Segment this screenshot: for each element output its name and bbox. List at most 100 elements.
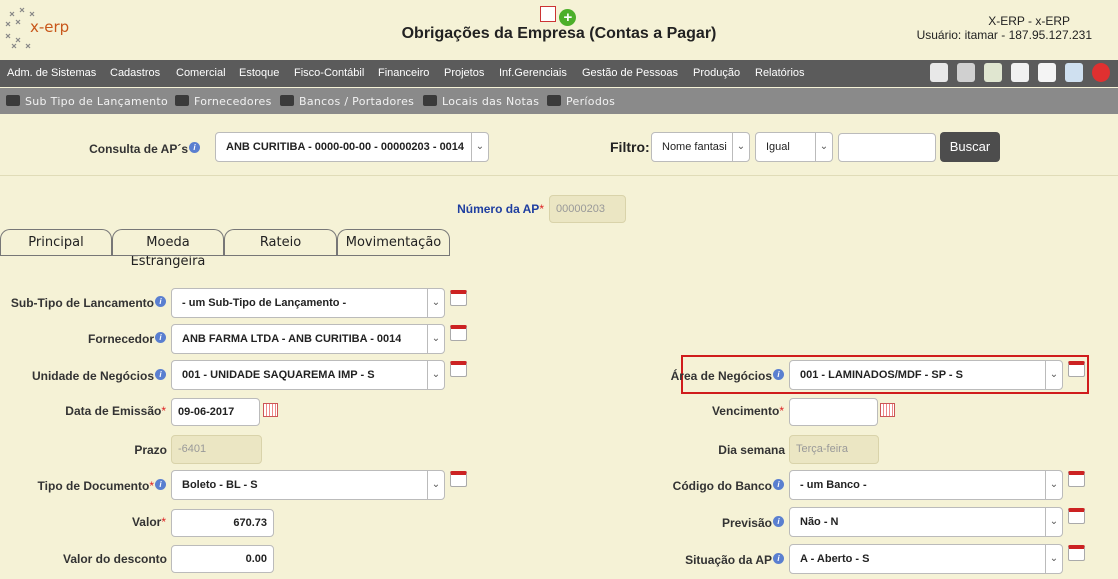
chevron-down-icon: ⌄ <box>1045 545 1062 573</box>
tab-underline <box>0 255 450 256</box>
pdf-icon[interactable] <box>540 6 556 22</box>
situacao-label: Situação da AP i <box>630 553 784 567</box>
folder-icon <box>280 95 294 106</box>
consulta-select[interactable]: ANB CURITIBA - 0000-00-00 - 00000203 - 0… <box>215 132 489 162</box>
recycle-icon[interactable] <box>984 63 1002 82</box>
valor-desconto-label: Valor do desconto <box>62 552 167 566</box>
user-info: Usuário: itamar - 187.95.127.231 <box>916 28 1092 42</box>
chevron-down-icon: ⌄ <box>815 133 832 161</box>
date-picker-icon[interactable] <box>263 403 278 417</box>
info-icon[interactable]: i <box>189 142 200 153</box>
add-calendar-icon[interactable] <box>1068 545 1085 561</box>
add-calendar-icon[interactable] <box>1068 508 1085 524</box>
submenu-fornecedores[interactable]: Fornecedores <box>175 95 272 108</box>
previsao-select[interactable]: Não - N ⌄ <box>789 507 1063 537</box>
required-marker: * <box>161 404 166 418</box>
subtipo-label: Sub-Tipo de Lancamento i <box>10 296 166 310</box>
tab-moeda[interactable]: Moeda <box>112 229 224 255</box>
codigo-banco-select[interactable]: - um Banco - ⌄ <box>789 470 1063 500</box>
info-icon[interactable]: i <box>155 332 166 343</box>
submenu-subtipo[interactable]: Sub Tipo de Lançamento <box>6 95 168 108</box>
notes-icon[interactable] <box>1038 63 1056 82</box>
consulta-value: ANB CURITIBA - 0000-00-00 - 00000203 - 0… <box>226 141 466 153</box>
numero-ap-label: Número da AP* <box>440 202 544 216</box>
add-calendar-icon[interactable] <box>450 325 467 341</box>
subtipo-value: - um Sub-Tipo de Lançamento - <box>182 297 347 309</box>
tab-principal[interactable]: Principal <box>0 229 112 255</box>
menu-relatorios[interactable]: Relatórios <box>755 67 805 79</box>
power-icon[interactable] <box>1092 63 1110 82</box>
document-icon[interactable] <box>1011 63 1029 82</box>
tab-moeda-line2[interactable]: Estrangeira <box>112 254 224 269</box>
divider <box>0 175 1118 176</box>
add-calendar-icon[interactable] <box>450 471 467 487</box>
filtro-op-select[interactable]: Igual ⌄ <box>755 132 833 162</box>
add-icon[interactable]: + <box>559 9 577 26</box>
data-emissao-label: Data de Emissão* <box>10 404 166 418</box>
menu-projetos[interactable]: Projetos <box>444 67 484 79</box>
buscar-button[interactable]: Buscar <box>940 132 1000 162</box>
valor-input[interactable]: 670.73 <box>171 509 274 537</box>
menu-estoque[interactable]: Estoque <box>239 67 279 79</box>
info-icon[interactable]: i <box>773 479 784 490</box>
chevron-down-icon: ⌄ <box>427 289 444 317</box>
info-icon[interactable]: i <box>773 369 784 380</box>
fornecedor-select[interactable]: ANB FARMA LTDA - ANB CURITIBA - 0014 ⌄ <box>171 324 445 354</box>
add-calendar-icon[interactable] <box>450 361 467 377</box>
page-header: x-erp + Obrigações da Empresa (Contas a … <box>0 0 1118 58</box>
add-calendar-icon[interactable] <box>450 290 467 306</box>
filtro-field-select[interactable]: Nome fantasi ⌄ <box>651 132 750 162</box>
gear-icon <box>6 95 20 106</box>
submenu-periodos[interactable]: Períodos <box>547 95 615 108</box>
situacao-select[interactable]: A - Aberto - S ⌄ <box>789 544 1063 574</box>
header-actions: + <box>540 2 577 26</box>
data-emissao-input[interactable]: 09-06-2017 <box>171 398 260 426</box>
fornecedor-label: Fornecedor i <box>10 332 166 346</box>
submenu-locais-notas[interactable]: Locais das Notas <box>423 95 539 108</box>
add-calendar-icon[interactable] <box>1068 361 1085 377</box>
codigo-banco-label-text: Código do Banco <box>672 479 772 493</box>
chevron-down-icon: ⌄ <box>427 325 444 353</box>
info-icon[interactable]: i <box>155 479 166 490</box>
tipo-doc-select[interactable]: Boleto - BL - S ⌄ <box>171 470 445 500</box>
unidade-select[interactable]: 001 - UNIDADE SAQUAREMA IMP - S ⌄ <box>171 360 445 390</box>
unidade-label: Unidade de Negócios i <box>10 369 166 383</box>
subtipo-select[interactable]: - um Sub-Tipo de Lançamento - ⌄ <box>171 288 445 318</box>
filtro-label: Filtro: <box>610 139 650 155</box>
menu-toolbar <box>921 63 1110 85</box>
date-picker-icon[interactable] <box>880 403 895 417</box>
codigo-banco-value: - um Banco - <box>800 479 867 491</box>
filtro-value-input[interactable] <box>838 133 936 162</box>
print-icon[interactable] <box>957 63 975 82</box>
vencimento-label-text: Vencimento <box>711 404 780 418</box>
menu-gestao-pessoas[interactable]: Gestão de Pessoas <box>582 67 678 79</box>
menu-producao[interactable]: Produção <box>693 67 740 79</box>
menu-inf-gerenciais[interactable]: Inf.Gerenciais <box>499 67 567 79</box>
info-icon[interactable]: i <box>155 369 166 380</box>
menu-financeiro[interactable]: Financeiro <box>378 67 429 79</box>
submenu-bancos[interactable]: Bancos / Portadores <box>280 95 414 108</box>
chevron-down-icon: ⌄ <box>427 471 444 499</box>
area-select[interactable]: 001 - LAMINADOS/MDF - SP - S ⌄ <box>789 360 1063 390</box>
tab-rateio[interactable]: Rateio <box>224 229 337 255</box>
vencimento-input[interactable] <box>789 398 878 426</box>
valor-desconto-input[interactable]: 0.00 <box>171 545 274 573</box>
menu-adm-sistemas[interactable]: Adm. de Sistemas <box>7 67 96 79</box>
submenu-locais-label: Locais das Notas <box>442 95 540 108</box>
add-calendar-icon[interactable] <box>1068 471 1085 487</box>
menu-comercial[interactable]: Comercial <box>176 67 226 79</box>
chevron-down-icon: ⌄ <box>732 133 749 161</box>
main-menu: Adm. de Sistemas Cadastros Comercial Est… <box>0 60 1118 87</box>
previsao-label-text: Previsão <box>721 516 772 530</box>
globe-icon[interactable] <box>1065 63 1083 82</box>
info-icon[interactable]: i <box>773 516 784 527</box>
consulta-label-text: Consulta de AP´s <box>89 142 188 156</box>
info-icon[interactable]: i <box>155 296 166 307</box>
numero-ap-field: 00000203 <box>549 195 626 223</box>
info-icon[interactable]: i <box>773 553 784 564</box>
menu-cadastros[interactable]: Cadastros <box>110 67 160 79</box>
home-icon[interactable] <box>930 63 948 82</box>
tab-movimentacao[interactable]: Movimentação <box>337 229 450 255</box>
menu-fisco-contabil[interactable]: Fisco-Contábil <box>294 67 364 79</box>
required-marker: * <box>161 515 166 529</box>
